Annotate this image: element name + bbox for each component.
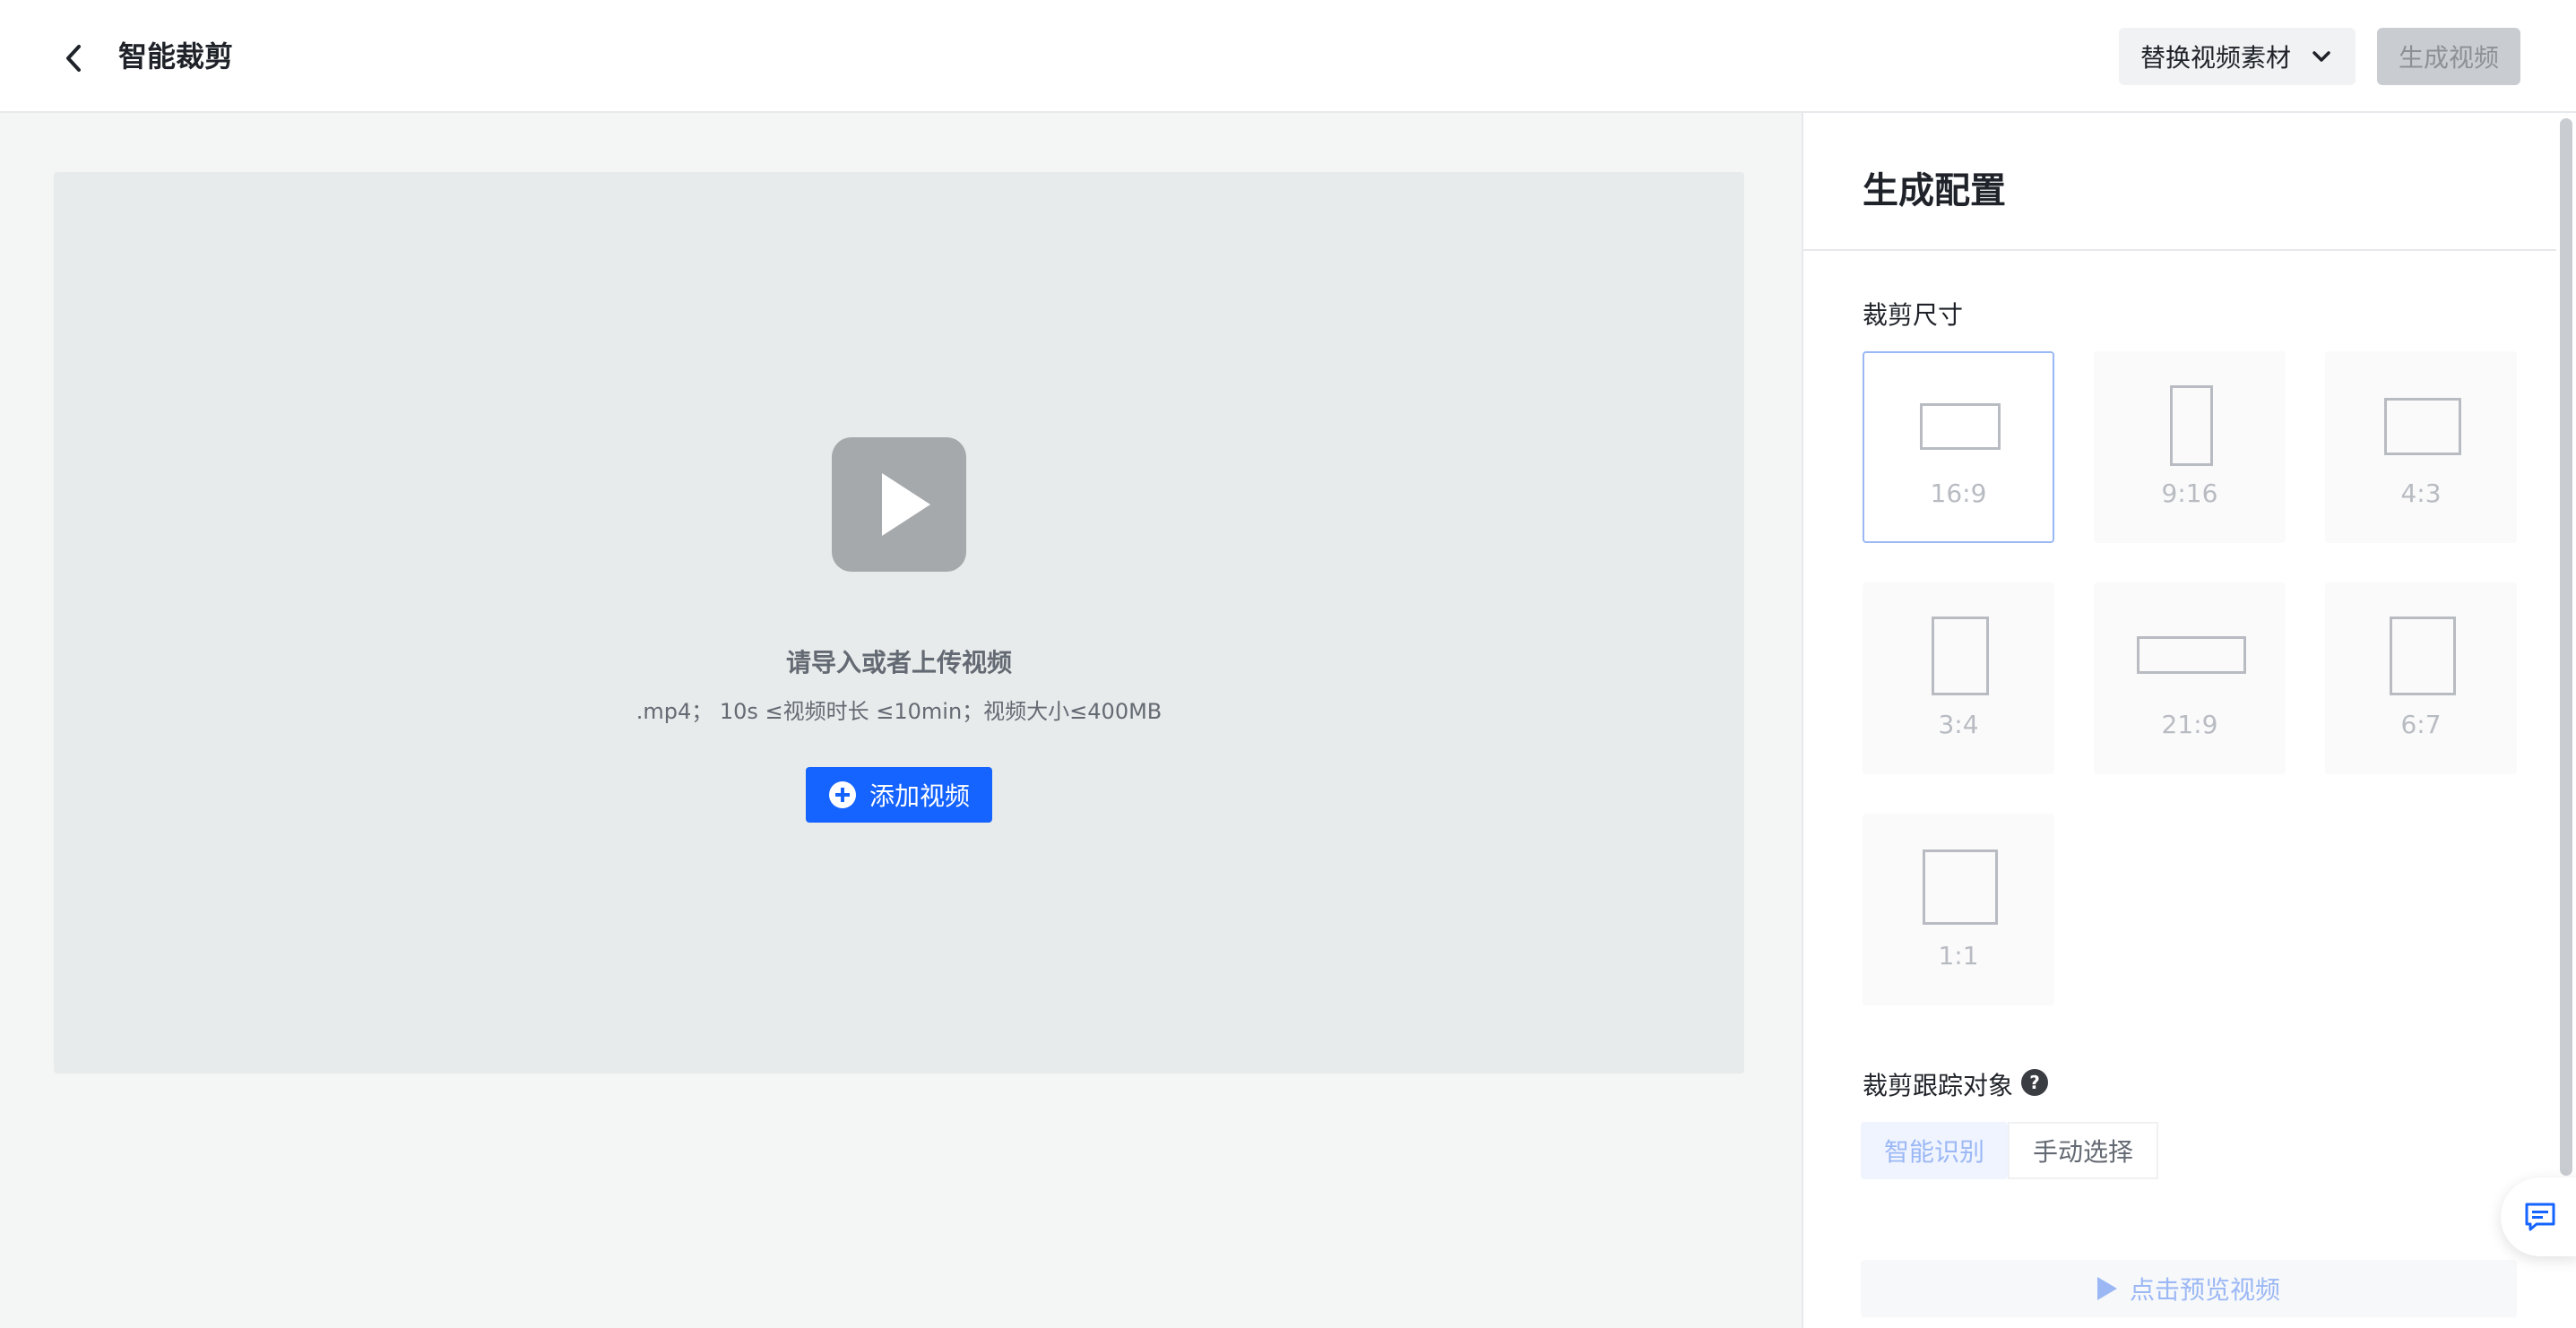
ratio-label: 3:4 <box>1938 710 1979 739</box>
scrollbar-thumb[interactable] <box>2560 118 2572 1176</box>
chevron-left-icon[interactable] <box>54 38 95 79</box>
ratio-shape <box>1923 849 1998 925</box>
upload-title: 请导入或者上传视频 <box>785 648 1012 677</box>
panel-divider <box>1803 249 2556 251</box>
add-video-label: 添加视频 <box>869 781 970 811</box>
feedback-button[interactable] <box>2501 1177 2576 1256</box>
question-circle-icon[interactable]: ? <box>2020 1068 2049 1097</box>
play-triangle-icon <box>2096 1277 2117 1300</box>
main-area: 请导入或者上传视频 .mp4； 10s ≤视频时长 ≤10min；视频大小≤40… <box>0 113 1802 1328</box>
ratio-label: 6:7 <box>2400 710 2442 739</box>
ratio-shape <box>2390 617 2456 695</box>
ratio-card-3-4[interactable]: 3:4 <box>1863 582 2054 774</box>
ratio-shape <box>1920 403 2001 450</box>
ratio-card-6-7[interactable]: 6:7 <box>2325 582 2517 774</box>
ratio-shape <box>2137 636 2246 674</box>
ratio-label: 4:3 <box>2400 479 2442 508</box>
ratio-label: 9:16 <box>2161 479 2218 508</box>
panel-title: 生成配置 <box>1863 170 2006 211</box>
replace-video-label: 替换视频素材 <box>2140 43 2292 73</box>
ratio-label: 1:1 <box>1938 941 1979 970</box>
generate-video-button[interactable]: 生成视频 <box>2377 28 2520 85</box>
video-upload-area[interactable]: 请导入或者上传视频 .mp4； 10s ≤视频时长 ≤10min；视频大小≤40… <box>54 172 1744 1074</box>
track-tabs: 智能识别 手动选择 <box>1861 1122 2159 1179</box>
ratio-card-21-9[interactable]: 21:9 <box>2094 582 2286 774</box>
chevron-down-icon <box>2312 51 2330 62</box>
plus-circle-icon <box>828 781 856 808</box>
add-video-button[interactable]: 添加视频 <box>806 767 992 823</box>
ratio-card-9-16[interactable]: 9:16 <box>2094 351 2286 543</box>
ratio-shape <box>1932 617 1989 695</box>
track-object-label: 裁剪跟踪对象 <box>1863 1071 2014 1100</box>
replace-video-dropdown[interactable]: 替换视频素材 <box>2119 28 2356 85</box>
ratio-shape <box>2170 385 2213 466</box>
upload-hint: .mp4； 10s ≤视频时长 ≤10min；视频大小≤400MB <box>635 699 1163 724</box>
top-header: 智能裁剪 替换视频素材 生成视频 <box>0 0 2576 113</box>
ratio-card-16-9[interactable]: 16:9 <box>1863 351 2054 543</box>
preview-video-button[interactable]: 点击预览视频 <box>1861 1260 2517 1317</box>
crop-size-label: 裁剪尺寸 <box>1863 300 1964 330</box>
track-tab-smart[interactable]: 智能识别 <box>1861 1122 2009 1179</box>
page-title: 智能裁剪 <box>118 39 234 73</box>
ratio-shape <box>2384 398 2461 455</box>
feedback-chat-icon <box>2525 1203 2555 1231</box>
track-tab-manual[interactable]: 手动选择 <box>2008 1122 2159 1179</box>
ratio-card-1-1[interactable]: 1:1 <box>1863 814 2054 1005</box>
preview-video-label: 点击预览视频 <box>2129 1275 2280 1305</box>
ratio-label: 21:9 <box>2161 710 2218 739</box>
ratio-card-4-3[interactable]: 4:3 <box>2325 351 2517 543</box>
svg-text:?: ? <box>2029 1072 2040 1093</box>
ratio-label: 16:9 <box>1930 479 1987 508</box>
play-icon <box>832 437 966 572</box>
